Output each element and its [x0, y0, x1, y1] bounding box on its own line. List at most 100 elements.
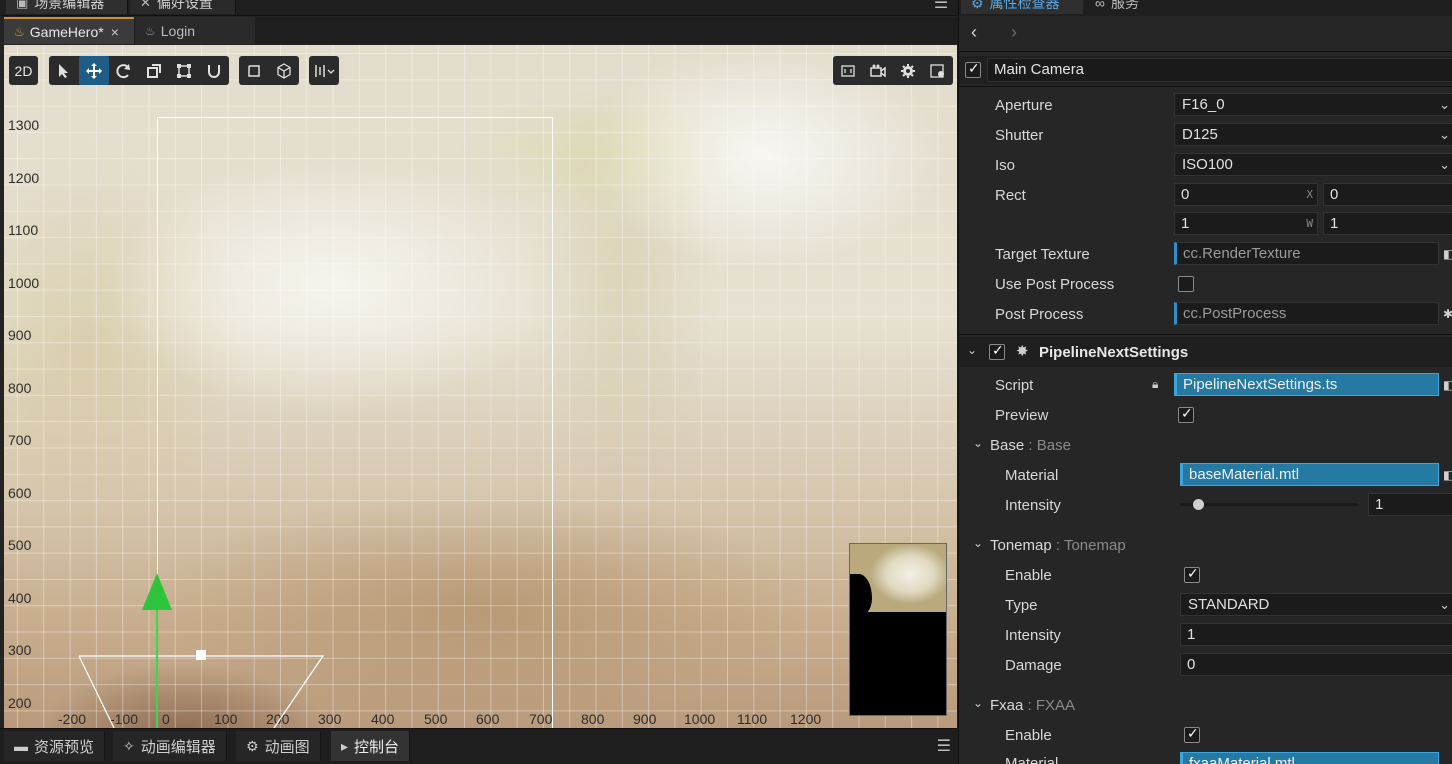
use-post-process-label: Use Post Process	[995, 276, 1115, 293]
rect-y-input[interactable]: 0	[1323, 183, 1452, 206]
tonemap-type-select[interactable]: STANDARD ⌄	[1180, 593, 1452, 616]
intensity-slider-track[interactable]	[1180, 503, 1358, 506]
base-material-field[interactable]: baseMaterial.mtl	[1180, 463, 1439, 486]
chevron-down-icon: ⌄	[1439, 127, 1450, 142]
tab-gamehero[interactable]: ♨ GameHero* ×	[4, 17, 134, 44]
target-texture-row: Target Texture cc.RenderTexture ◧	[959, 239, 1452, 269]
tab-animation-graph[interactable]: ⚙ 动画图	[236, 731, 321, 761]
tab-console[interactable]: ▸ 控制台	[331, 731, 411, 761]
x-suffix: X	[1306, 188, 1313, 201]
script-field[interactable]: PipelineNextSettings.ts	[1174, 373, 1439, 396]
enable-label: Enable	[1005, 567, 1052, 584]
chevron-down-icon[interactable]: ⌄	[967, 343, 977, 357]
base-intensity-row: Intensity 1	[959, 490, 1452, 520]
chevron-down-icon[interactable]: ⌄	[973, 536, 983, 550]
scene-editor-panel: ▣ 场景编辑器 ✕ 偏好设置 ☰ ♨ GameHero* × ♨ Login 2…	[0, 0, 957, 764]
base-material-row: Material baseMaterial.mtl ◧	[959, 460, 1452, 490]
tab-preferences[interactable]: ✕ 偏好设置	[130, 0, 236, 14]
damage-label: Damage	[1005, 657, 1062, 674]
iso-select[interactable]: ISO100 ⌄	[1174, 153, 1452, 176]
tab-label: 服务	[1110, 0, 1139, 11]
move-gizmo[interactable]	[4, 45, 957, 728]
bottom-menu-icon[interactable]: ☰	[937, 736, 951, 756]
rect-row: Rect 0 X 0 1 W 1	[959, 180, 1452, 240]
scene-icon: ▣	[16, 0, 29, 10]
fxaa-material-row: Material fxaaMaterial.mtl	[959, 748, 1452, 764]
back-icon[interactable]: ‹	[971, 22, 977, 43]
post-process-field[interactable]: cc.PostProcess	[1174, 302, 1439, 325]
use-post-process-checkbox[interactable]	[1178, 276, 1194, 292]
panel-tab-bar: ▣ 场景编辑器 ✕ 偏好设置 ☰	[0, 0, 957, 16]
tonemap-type-value: STANDARD	[1188, 596, 1270, 613]
fxaa-type: FXAA	[1035, 697, 1076, 714]
panel-menu-icon[interactable]: ☰	[931, 0, 951, 12]
w-suffix: W	[1306, 217, 1313, 230]
tonemap-intensity-input[interactable]: 1	[1180, 623, 1452, 646]
tab-login[interactable]: ♨ Login	[135, 17, 255, 44]
script-value: PipelineNextSettings.ts	[1183, 376, 1338, 393]
node-name-field[interactable]: Main Camera	[987, 58, 1452, 82]
tonemap-title: Tonemap	[990, 537, 1052, 554]
iso-value: ISO100	[1182, 156, 1233, 173]
tonemap-enable-checkbox[interactable]	[1184, 565, 1200, 583]
component-header[interactable]: ⌄ ✸ PipelineNextSettings ⋮	[959, 337, 1452, 367]
intensity-label: Intensity	[1005, 627, 1061, 644]
component-title: PipelineNextSettings	[1039, 344, 1189, 361]
divider	[959, 334, 1452, 335]
tab-label: 控制台	[354, 738, 400, 756]
rect-h-input[interactable]: 1	[1323, 212, 1452, 235]
use-post-process-row: Use Post Process	[959, 269, 1452, 299]
rect-w-value: 1	[1181, 215, 1190, 232]
divider	[959, 86, 1452, 87]
tonemap-section-header[interactable]: ⌄ Tonemap : Tonemap	[959, 530, 1452, 560]
asset-picker-icon[interactable]: ◧	[1443, 243, 1452, 265]
tab-label: 属性检查器	[989, 0, 1060, 11]
preview-checkbox[interactable]	[1178, 405, 1194, 423]
scene-viewport[interactable]: 2D 1300 1200 1100 1000 900 800 700 600 5…	[4, 45, 957, 728]
chevron-down-icon: ⌄	[1439, 157, 1450, 172]
fxaa-enable-checkbox[interactable]	[1184, 725, 1200, 743]
tonemap-type-row: Type STANDARD ⌄	[959, 590, 1452, 620]
chevron-down-icon: ⌄	[1439, 97, 1450, 112]
base-section-header[interactable]: ⌄ Base : Base	[959, 430, 1452, 460]
fxaa-section-header[interactable]: ⌄ Fxaa : FXAA	[959, 690, 1452, 720]
more-icon[interactable]: ⋮	[1447, 341, 1452, 358]
post-process-label: Post Process	[995, 306, 1084, 323]
tab-animation-editor[interactable]: ✧ 动画编辑器	[113, 731, 227, 761]
forward-icon[interactable]: ›	[1011, 22, 1017, 43]
close-icon[interactable]: ×	[111, 24, 119, 40]
document-tab-bar: ♨ GameHero* × ♨ Login	[4, 17, 957, 44]
chevron-down-icon[interactable]: ⌄	[973, 436, 983, 450]
rect-x-input[interactable]: 0 X	[1174, 183, 1318, 206]
intensity-slider-thumb[interactable]	[1192, 499, 1204, 510]
tab-scene-editor[interactable]: ▣ 场景编辑器	[6, 0, 128, 14]
component-enabled-checkbox[interactable]	[989, 342, 1005, 360]
asset-picker-icon[interactable]: ◧	[1443, 464, 1452, 486]
target-texture-field[interactable]: cc.RenderTexture	[1174, 242, 1439, 265]
node-enabled-checkbox[interactable]	[965, 60, 981, 78]
services-icon: ∞	[1095, 0, 1105, 11]
shutter-row: Shutter D125 ⌄	[959, 120, 1452, 150]
tonemap-damage-input[interactable]: 0	[1180, 653, 1452, 676]
wrench-icon: ✕	[140, 0, 151, 10]
base-intensity-input[interactable]: 1	[1368, 493, 1452, 516]
tab-label: 动画图	[264, 738, 310, 756]
console-icon: ▸	[341, 737, 349, 754]
aperture-select[interactable]: F16_0 ⌄	[1174, 93, 1452, 116]
tab-inspector[interactable]: ⚙ 属性检查器	[961, 0, 1083, 14]
component-picker-icon[interactable]: ✱	[1443, 303, 1452, 325]
asset-picker-icon[interactable]: ◧	[1443, 374, 1452, 396]
tab-services[interactable]: ∞ 服务	[1085, 0, 1157, 14]
shutter-select[interactable]: D125 ⌄	[1174, 123, 1452, 146]
base-type: Base	[1036, 437, 1071, 454]
tonemap-type: Tonemap	[1063, 537, 1126, 554]
fxaa-material-field[interactable]: fxaaMaterial.mtl	[1180, 752, 1439, 764]
rect-w-input[interactable]: 1 W	[1174, 212, 1318, 235]
fxaa-enable-row: Enable	[959, 720, 1452, 750]
script-label: Script	[995, 377, 1034, 394]
chevron-down-icon[interactable]: ⌄	[973, 696, 983, 710]
fire-icon: ♨	[14, 24, 25, 39]
intensity-label: Intensity	[1005, 497, 1061, 514]
editor-window: ▣ 场景编辑器 ✕ 偏好设置 ☰ ♨ GameHero* × ♨ Login 2…	[0, 0, 1452, 764]
tab-asset-preview[interactable]: ▬ 资源预览	[4, 731, 106, 761]
